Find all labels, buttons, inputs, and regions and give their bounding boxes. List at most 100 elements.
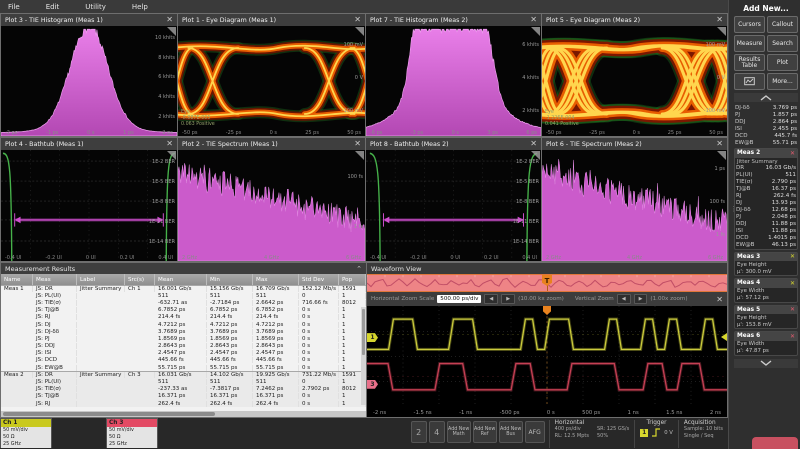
table-row[interactable]: Meas 2JS: DRJitter SummaryCh 316.031 Gb/… — [1, 371, 366, 378]
column-header[interactable]: Std Dev — [299, 274, 339, 285]
measurement-badge-meas-2[interactable]: Meas 2✕Jitter SummaryDR16.03 Gb/sPL(UI)5… — [734, 148, 798, 250]
plot-area[interactable]: 6 khits4 khits2 khits -6 ps-3 ps0 s3 ps6… — [366, 26, 541, 136]
close-icon[interactable]: ✕ — [790, 280, 795, 287]
measurement-stat-item[interactable]: DCD445.7 fs — [734, 132, 798, 139]
plot-title-bar[interactable]: Plot 8 - Bathtub (Meas 2) ✕ — [366, 138, 541, 150]
add-new-measure-button[interactable]: Measure — [734, 35, 765, 52]
column-header[interactable]: Meas — [33, 274, 77, 285]
scroll-up-button[interactable] — [734, 93, 798, 102]
measurement-stat-item[interactable]: ISI2.455 ps — [734, 125, 798, 132]
badge-header[interactable]: Meas 3✕ — [735, 253, 797, 262]
table-row[interactable]: JS: RJ214.4 fs214.4 fs214.4 fs0 s1 — [1, 314, 366, 321]
close-icon[interactable]: ✕ — [530, 140, 537, 148]
horizontal-settings-badge[interactable]: Horizontal 400 ps/div SR: 125 GS/s RL: 1… — [549, 420, 635, 448]
acquisition-settings-badge[interactable]: Acquisition Sample: 10 bits Single / Seq — [678, 420, 728, 448]
menu-edit[interactable]: Edit — [46, 3, 60, 11]
add-new-results-table-button[interactable]: Results Table — [734, 54, 765, 71]
close-icon[interactable]: ✕ — [354, 140, 361, 148]
plot-expand-handle[interactable] — [167, 151, 176, 160]
measurement-stat-item[interactable]: DJ-δδ3.769 ps — [734, 104, 798, 111]
table-row[interactable]: JS: TJ@B16.371 ps16.371 ps16.371 ps0 s1 — [1, 393, 366, 400]
plot-title-bar[interactable]: Plot 3 - TIE Histogram (Meas 1) ✕ — [1, 14, 177, 26]
badge-header[interactable]: Meas 5✕ — [735, 306, 797, 315]
table-row[interactable]: JS: DJ-δδ3.7689 ps3.7689 ps3.7689 ps0 s1 — [1, 328, 366, 335]
plot-panel-tie-histogram-meas2[interactable]: Plot 7 - TIE Histogram (Meas 2) ✕ 6 khit… — [365, 13, 542, 137]
menu-file[interactable]: File — [8, 3, 20, 11]
close-icon[interactable]: ✕ — [354, 16, 361, 24]
h-zoom-increase-button[interactable]: ▶ — [501, 294, 515, 304]
table-row[interactable]: JS: PJ1.8569 ps1.8569 ps1.8569 ps0 s1 — [1, 335, 366, 342]
table-row[interactable]: JS: TIE(σ)-632.71 as-2.7184 ps2.6642 ps7… — [1, 299, 366, 306]
table-row[interactable]: JS: TIE(σ)-237.33 as-7.3817 ps7.2462 ps2… — [1, 386, 366, 393]
trigger-level-arrow-icon[interactable] — [721, 333, 727, 341]
v-zoom-decrease-button[interactable]: ◀ — [617, 294, 631, 304]
channel2-button[interactable]: 2 — [411, 421, 427, 443]
column-header[interactable]: Min — [207, 274, 253, 285]
plot-area[interactable]: 100 fs1 fs 2 GHz4 GHz6 GHz — [178, 150, 365, 261]
add-new-ref-button[interactable]: Add NewRef — [473, 421, 497, 443]
close-icon[interactable]: ✕ — [530, 16, 537, 24]
plot-panel-tie-histogram-meas1[interactable]: Plot 3 - TIE Histogram (Meas 1) ✕ 10 khi… — [0, 13, 178, 137]
table-row[interactable]: JS: RJ262.4 fs262.4 fs262.4 fs0 s1 — [1, 400, 366, 407]
plot-expand-handle[interactable] — [717, 27, 726, 36]
table-row[interactable]: JS: ISI2.4547 ps2.4547 ps2.4547 ps0 s1 — [1, 350, 366, 357]
channel1-badge[interactable]: Ch 1 50 mV/div 50 Ω 25 GHz — [0, 418, 52, 448]
measurement-stat-item[interactable]: EW@B55.71 ps — [734, 139, 798, 146]
plot-expand-handle[interactable] — [355, 151, 364, 160]
close-icon[interactable]: ✕ — [790, 333, 795, 340]
table-row[interactable]: JS: PL(UI)51151151101 — [1, 292, 366, 299]
table-row[interactable]: JS: EW@B55.715 ps55.715 ps55.715 ps0 s1 — [1, 364, 366, 371]
add-new-callout-button[interactable]: Callout — [767, 16, 798, 33]
plot-area[interactable]: 100 mV0 V-100 mV -50 ps-25 ps0 s25 ps50 … — [542, 26, 727, 136]
plot-panel-eye-diagram-meas1[interactable]: Plot 1 - Eye Diagram (Meas 1) ✕ 100 mV0 … — [177, 13, 366, 137]
plot-area[interactable]: 1E-2 BER1E-5 BER1E-8 BER1E-11 BER1E-14 B… — [366, 150, 541, 261]
plot-panel-eye-diagram-meas2[interactable]: Plot 5 - Eye Diagram (Meas 2) ✕ 100 mV0 … — [541, 13, 728, 137]
plot-expand-handle[interactable] — [531, 27, 540, 36]
plot-title-bar[interactable]: Plot 2 - TIE Spectrum (Meas 1) ✕ — [178, 138, 365, 150]
measurement-badge-meas-6[interactable]: Meas 6✕Eye Widthµ': 47.87 ps — [734, 331, 798, 356]
plot-panel-bathtub-meas2[interactable]: Plot 8 - Bathtub (Meas 2) ✕ 1E-2 BER1E-5… — [365, 137, 542, 262]
plot-panel-tie-spectrum-meas1[interactable]: Plot 2 - TIE Spectrum (Meas 1) ✕ 100 fs1… — [177, 137, 366, 262]
close-icon[interactable]: ✕ — [790, 150, 795, 157]
close-icon[interactable]: ✕ — [166, 16, 173, 24]
measurement-stat-item[interactable]: PJ1.857 ps — [734, 111, 798, 118]
add-new-cursors-button[interactable]: Cursors — [734, 16, 765, 33]
column-header[interactable]: Src(s) — [125, 274, 155, 285]
plot-panel-bathtub-meas1[interactable]: Plot 4 - Bathtub (Meas 1) ✕ 1E-2 BER1E-5… — [0, 137, 178, 262]
v-zoom-increase-button[interactable]: ▶ — [634, 294, 648, 304]
close-icon[interactable]: ✕ — [716, 140, 723, 148]
results-title-bar[interactable]: Measurement Results ⌃ — [1, 263, 366, 274]
table-row[interactable]: JS: PL(UI)51151151101 — [1, 378, 366, 385]
plot-expand-handle[interactable] — [355, 27, 364, 36]
plot-area[interactable]: 10 khits8 khits6 khits4 khits2 khits -2 … — [1, 26, 177, 136]
sidebar-resize-handle[interactable]: ⋮ — [730, 207, 737, 211]
plot-title-bar[interactable]: Plot 1 - Eye Diagram (Meas 1) ✕ — [178, 14, 365, 26]
collapse-icon[interactable]: ⌃ — [356, 265, 362, 273]
column-header[interactable]: Name — [1, 274, 33, 285]
plot-area[interactable]: 1 ps100 fs1 fs 2 GHz4 GHz6 GHz — [542, 150, 727, 261]
column-header[interactable]: Max — [253, 274, 299, 285]
table-row[interactable]: JS: DDJ2.8643 ps2.8643 ps2.8643 ps0 s1 — [1, 343, 366, 350]
plot-area[interactable]: 1E-2 BER1E-5 BER1E-8 BER1E-11 BER1E-14 B… — [1, 150, 177, 261]
badge-header[interactable]: Meas 6✕ — [735, 332, 797, 341]
sidebar-bottom-badge[interactable] — [752, 437, 798, 449]
measurement-badge-meas-5[interactable]: Meas 5✕Eye Heightµ': 153.8 mV — [734, 305, 798, 330]
table-row[interactable]: Meas 1JS: DRJitter SummaryCh 116.001 Gb/… — [1, 285, 366, 292]
close-icon[interactable]: ✕ — [790, 306, 795, 313]
acquisition-overview-band[interactable]: T — [367, 274, 727, 292]
column-header[interactable]: Pop — [339, 274, 366, 285]
afg-button[interactable]: AFG — [525, 421, 545, 443]
waveform-graticule[interactable]: 1 3 -2 ns-1.5 ns-1 ns-500 ps0 s500 ps1 n… — [367, 306, 727, 417]
plot-title-bar[interactable]: Plot 7 - TIE Histogram (Meas 2) ✕ — [366, 14, 541, 26]
h-zoom-scale-input[interactable]: 500.00 ps/div — [437, 295, 481, 303]
add-new-search-button[interactable]: Search — [767, 35, 798, 52]
channel3-badge[interactable]: Ch 3 50 mV/div 50 Ω 25 GHz — [106, 418, 158, 448]
add-new-plot-button[interactable]: Plot — [767, 54, 798, 71]
trigger-settings-badge[interactable]: Trigger 1 0 V — [634, 420, 678, 448]
add-new-more--button[interactable]: More... — [767, 73, 798, 90]
table-row[interactable]: JS: DJ4.7212 ps4.7212 ps4.7212 ps0 s1 — [1, 321, 366, 328]
waveform-title-bar[interactable]: Waveform View — [367, 263, 727, 274]
measurement-stat-item[interactable]: DDJ2.864 ps — [734, 118, 798, 125]
plot-panel-tie-spectrum-meas2[interactable]: Plot 6 - TIE Spectrum (Meas 2) ✕ 1 ps100… — [541, 137, 728, 262]
plot-expand-handle[interactable] — [531, 151, 540, 160]
